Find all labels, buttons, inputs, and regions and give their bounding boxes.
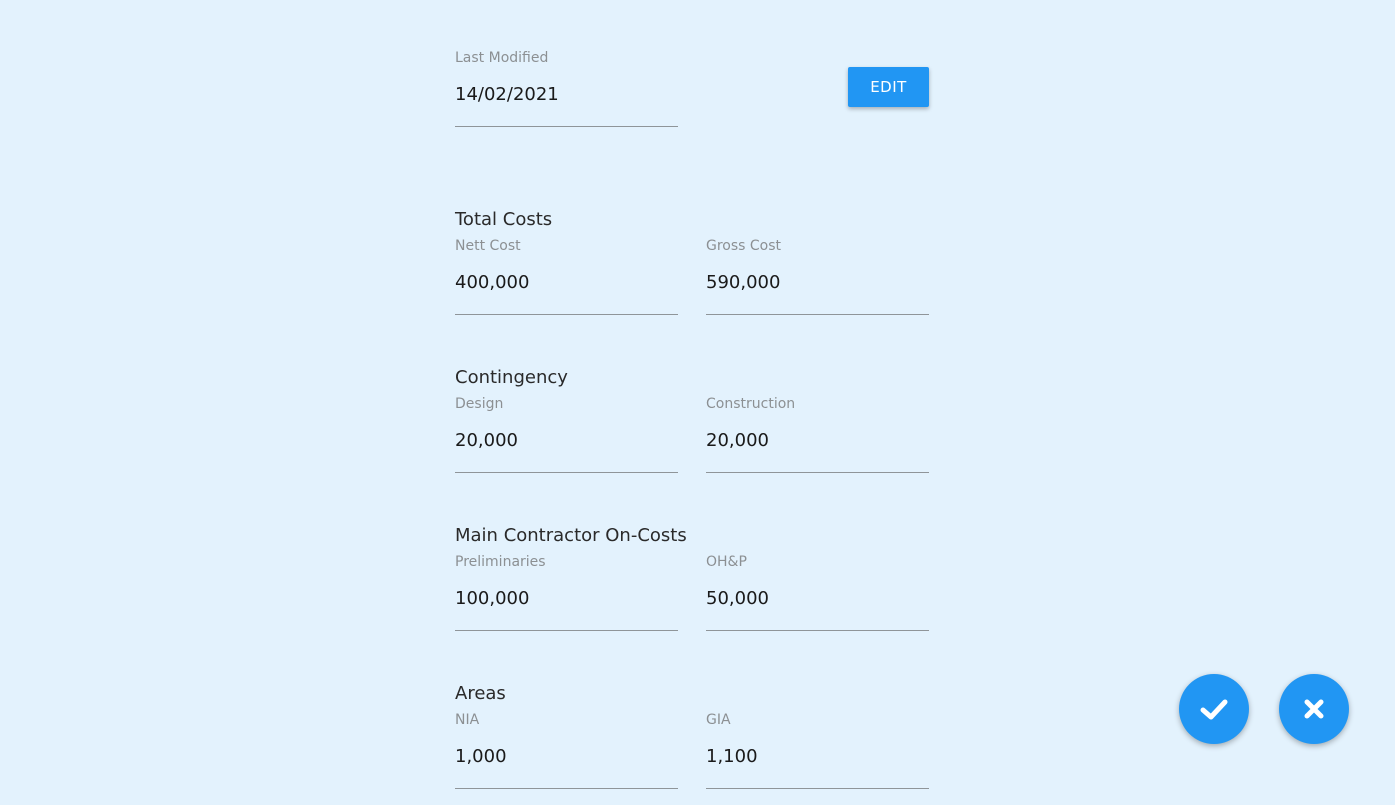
- last-modified-label: Last Modified: [455, 50, 549, 66]
- design-field[interactable]: Design 20,000: [455, 396, 678, 473]
- ohp-field[interactable]: OH&P 50,000: [706, 554, 929, 631]
- preliminaries-field[interactable]: Preliminaries 100,000: [455, 554, 678, 631]
- construction-value: 20,000: [706, 430, 769, 451]
- check-icon: [1200, 699, 1228, 720]
- gross-cost-field[interactable]: Gross Cost 590,000: [706, 238, 929, 315]
- gross-cost-value: 590,000: [706, 272, 781, 293]
- cancel-button[interactable]: [1279, 674, 1349, 744]
- design-value: 20,000: [455, 430, 518, 451]
- last-modified-field[interactable]: Last Modified 14/02/2021: [455, 50, 678, 127]
- edit-button[interactable]: EDIT: [848, 67, 929, 107]
- nett-cost-label: Nett Cost: [455, 238, 521, 254]
- total-costs-title: Total Costs: [455, 209, 553, 230]
- preliminaries-value: 100,000: [455, 588, 530, 609]
- areas-title: Areas: [455, 683, 506, 704]
- ohp-label: OH&P: [706, 554, 747, 570]
- nia-label: NIA: [455, 712, 480, 728]
- main-contractor-title: Main Contractor On-Costs: [455, 525, 687, 546]
- gross-cost-label: Gross Cost: [706, 238, 782, 254]
- design-label: Design: [455, 396, 504, 412]
- nett-cost-value: 400,000: [455, 272, 530, 293]
- ohp-value: 50,000: [706, 588, 769, 609]
- confirm-button[interactable]: [1179, 674, 1249, 744]
- gia-value: 1,100: [706, 746, 758, 767]
- close-icon: [1304, 699, 1324, 719]
- nett-cost-field[interactable]: Nett Cost 400,000: [455, 238, 678, 315]
- nia-field[interactable]: NIA 1,000: [455, 712, 678, 789]
- last-modified-value: 14/02/2021: [455, 84, 559, 105]
- gia-field[interactable]: GIA 1,100: [706, 712, 929, 789]
- construction-field[interactable]: Construction 20,000: [706, 396, 929, 473]
- construction-label: Construction: [706, 396, 796, 412]
- contingency-title: Contingency: [455, 367, 568, 388]
- nia-value: 1,000: [455, 746, 507, 767]
- preliminaries-label: Preliminaries: [455, 554, 546, 570]
- gia-label: GIA: [706, 712, 731, 728]
